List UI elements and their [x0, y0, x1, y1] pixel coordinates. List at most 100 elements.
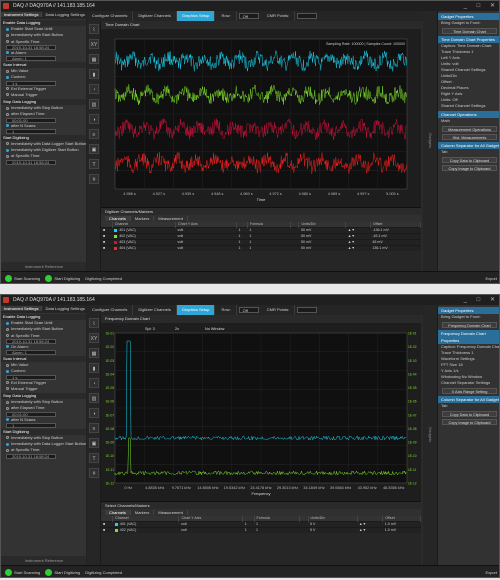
tab-instrument-settings[interactable]: Instrument Settings	[1, 306, 43, 311]
property-row[interactable]: Math	[438, 118, 499, 124]
tab-instrument-settings[interactable]: Instrument Settings	[1, 12, 43, 17]
chart-icon[interactable]: ⌇	[89, 318, 99, 328]
property-row[interactable]: Tab	[438, 403, 499, 409]
instrument-reference[interactable]: Instrument Reference	[1, 556, 86, 565]
setting-field[interactable]: 2019-10-31 18:58:24	[6, 159, 56, 165]
units-div[interactable]: 50 mV	[298, 244, 346, 251]
tab-channels[interactable]: Channels	[105, 510, 131, 515]
list-icon[interactable]: ≡	[89, 129, 99, 139]
row-select[interactable]: Off	[238, 12, 259, 19]
export-button[interactable]: Export	[485, 272, 497, 283]
stepper[interactable]: ▲▼	[357, 526, 383, 533]
text-icon[interactable]: T	[89, 159, 99, 169]
xy-icon[interactable]: XY	[89, 39, 99, 49]
setting-field[interactable]: 1	[6, 422, 56, 428]
histogram-icon[interactable]: ▥	[89, 393, 99, 403]
start-digitizing-button[interactable]: Start Digitizing	[45, 275, 80, 283]
cmr-points-input[interactable]	[297, 12, 318, 19]
chart-header-field[interactable]: Spl: 3	[145, 327, 155, 331]
table-row[interactable]: ■ 402 (VAC) volt 1 1 5 V ▲▼ 1.0 mV	[101, 526, 421, 533]
channel-enable-checkbox[interactable]: ■	[101, 526, 113, 533]
offset[interactable]: 1.0 mV	[382, 526, 421, 533]
property-button[interactable]: Frequency Domain Chart	[442, 322, 497, 328]
channel-enable-checkbox[interactable]: ■	[101, 244, 113, 251]
tab-configure-channels[interactable]: Configure Channels	[87, 11, 134, 21]
property-button[interactable]: Copy Data to Clipboard	[442, 157, 497, 163]
property-button[interactable]: Time Domain Chart	[442, 28, 497, 34]
gadgets-sidebar[interactable]: Gadgets	[423, 11, 437, 271]
image-icon[interactable]: ▣	[89, 144, 99, 154]
chart-plot[interactable]: 4.956 s 4.927 s 4.939 s 4.948 s 4.969 s 4.972…	[101, 29, 421, 207]
cmr-points-input[interactable]	[297, 306, 318, 313]
tab-measurement[interactable]: Measurement	[154, 510, 188, 515]
stepper[interactable]: ▲▼	[345, 244, 371, 251]
units-div[interactable]: 5 V	[308, 526, 358, 533]
property-button[interactable]: X Axis Range Setting	[442, 388, 497, 394]
grid-icon[interactable]: #	[89, 174, 99, 184]
formula-edit[interactable]	[290, 244, 299, 251]
image-icon[interactable]: ▣	[89, 438, 99, 448]
table-icon[interactable]: ▦	[89, 348, 99, 358]
bar-icon[interactable]: ▮	[89, 363, 99, 373]
start-scanning-button[interactable]: Start Scanning	[5, 275, 40, 283]
property-button[interactable]: Hist. Measurements	[442, 134, 497, 140]
property-row[interactable]: Shared Channel Settings	[438, 103, 499, 109]
gauge-icon[interactable]: ◑	[89, 114, 99, 124]
chart-gadget[interactable]: Frequency Domain Chart 0 Hz 4.8835 kHz 9.7…	[101, 315, 421, 501]
tab-data-logging-settings[interactable]: Data Logging Settings	[42, 306, 86, 311]
tab-markers[interactable]: Markers	[130, 510, 155, 515]
setting-field[interactable]: Alarm: 1	[6, 56, 56, 62]
start-scanning-button[interactable]: Start Scanning	[5, 569, 40, 577]
window-controls[interactable]: _ □ ✕	[464, 295, 499, 305]
property-row[interactable]: Bring Gadget to Front:	[438, 20, 499, 26]
grid-icon[interactable]: #	[89, 468, 99, 478]
formula-edit[interactable]	[299, 526, 309, 533]
histogram-icon[interactable]: ▥	[89, 99, 99, 109]
setting-option[interactable]: Manual Trigger	[1, 386, 86, 392]
list-icon[interactable]: ≡	[89, 423, 99, 433]
meter-icon[interactable]: ◔	[89, 84, 99, 94]
channel-color-swatch[interactable]	[114, 246, 118, 250]
export-button[interactable]: Export	[485, 566, 497, 577]
property-row[interactable]: Bring Gadget to Front:	[438, 314, 499, 320]
tab-digitizer-channels[interactable]: Digitizer Channels	[133, 11, 177, 21]
channel-color-swatch[interactable]	[114, 522, 118, 526]
chart-header-field[interactable]: 2x	[175, 327, 179, 331]
property-button[interactable]: Copy Image to Clipboard	[442, 419, 497, 425]
meter-icon[interactable]: ◔	[89, 378, 99, 388]
tab-markers[interactable]: Markers	[130, 216, 155, 221]
window-controls[interactable]: _ □ ✕	[464, 1, 499, 11]
offset[interactable]: 136.1 mV	[370, 244, 421, 251]
tab-channels[interactable]: Channels	[105, 216, 131, 221]
property-button[interactable]: Measurement Operations	[442, 126, 497, 132]
table-icon[interactable]: ▦	[89, 54, 99, 64]
chart-plot[interactable]: 0 Hz 4.8835 kHz 9.7671 kHz 14.8506 kHz 19.53…	[101, 323, 421, 501]
property-row[interactable]: Tab	[438, 149, 499, 155]
tab-data-logging-settings[interactable]: Data Logging Settings	[42, 12, 86, 17]
chart-icon[interactable]: ⌇	[89, 24, 99, 34]
gadgets-sidebar[interactable]: Gadgets	[423, 305, 437, 565]
property-button[interactable]: Copy Data to Clipboard	[442, 411, 497, 417]
channel-color-swatch[interactable]	[114, 528, 118, 532]
channel-color-swatch[interactable]	[114, 228, 118, 232]
tab-measurement[interactable]: Measurement	[154, 216, 188, 221]
xy-icon[interactable]: XY	[89, 333, 99, 343]
tab-graphics-setup[interactable]: Graphics Setup	[176, 305, 216, 315]
tab-digitizer-channels[interactable]: Digitizer Channels	[133, 305, 177, 315]
chart-gadget[interactable]: Time Domain Chart 4.956 s 4.927 s 4.939 s4…	[101, 21, 421, 207]
setting-field[interactable]: Alarm: 1	[6, 350, 56, 356]
setting-field[interactable]: 2019-10-31 18:58:24	[6, 453, 56, 459]
chart-header-field[interactable]: No Window	[205, 327, 225, 331]
channel-color-swatch[interactable]	[114, 240, 118, 244]
setting-option[interactable]: Manual Trigger	[1, 92, 86, 98]
row-select[interactable]: Off	[238, 306, 259, 313]
bar-icon[interactable]: ▮	[89, 69, 99, 79]
start-digitizing-button[interactable]: Start Digitizing	[45, 569, 80, 577]
gauge-icon[interactable]: ◑	[89, 408, 99, 418]
property-button[interactable]: Copy Image to Clipboard	[442, 165, 497, 171]
instrument-reference[interactable]: Instrument Reference	[1, 262, 86, 271]
table-row[interactable]: ■ 404 (VAC) volt 1 1 50 mV ▲▼ 136.1 mV	[101, 244, 421, 251]
property-row[interactable]: Channel Separator Settings	[438, 380, 499, 386]
tab-configure-channels[interactable]: Configure Channels	[87, 305, 134, 315]
tab-graphics-setup[interactable]: Graphics Setup	[176, 11, 216, 21]
